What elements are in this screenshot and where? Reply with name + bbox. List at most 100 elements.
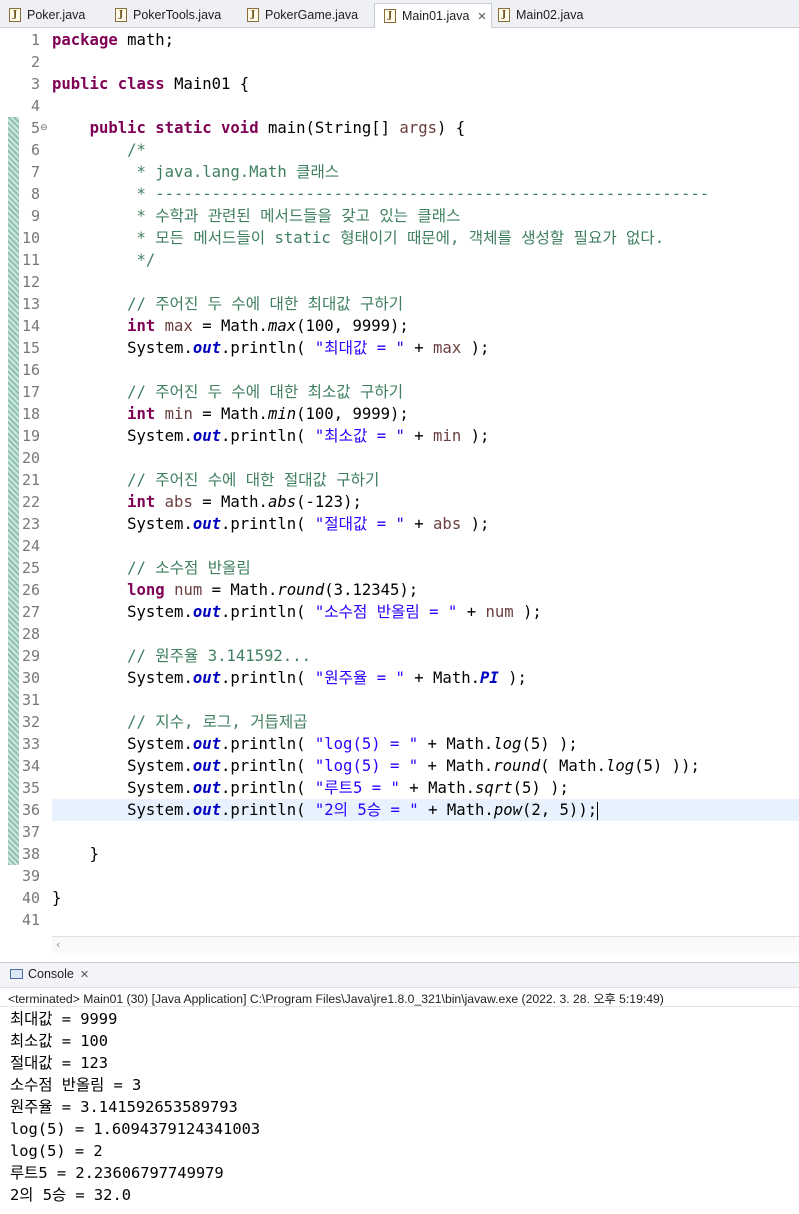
code-line: int abs = Math.abs(-123);: [127, 493, 362, 511]
code-line: * --------------------------------------…: [127, 185, 710, 203]
code-line: /*: [127, 141, 146, 159]
line-number: 33: [21, 735, 40, 753]
code-line: */: [127, 251, 156, 269]
line-number: 24: [21, 537, 40, 555]
line-number: 4: [30, 97, 40, 115]
line-number: 21: [21, 471, 40, 489]
console-output-line: 2의 5승 = 32.0: [10, 1186, 131, 1204]
line-number: 5: [30, 119, 40, 137]
line-number: 8: [30, 185, 40, 203]
fold-toggle-icon[interactable]: ⊖: [40, 117, 48, 139]
code-line: System.out.println( "소수점 반올림 = " + num )…: [127, 603, 542, 621]
line-number: 2: [30, 53, 40, 71]
code-line: System.out.println( "최대값 = " + max );: [127, 339, 490, 357]
line-number: 27: [21, 603, 40, 621]
tab-console[interactable]: Console ✕: [10, 967, 89, 981]
console-process-info: <terminated> Main01 (30) [Java Applicati…: [8, 992, 664, 1006]
line-number: 1: [30, 31, 40, 49]
tab-poker-java[interactable]: J Poker.java: [0, 3, 85, 27]
code-line: }: [52, 889, 62, 907]
line-number: 28: [21, 625, 40, 643]
line-number: 36: [21, 801, 40, 819]
close-icon[interactable]: ✕: [477, 10, 486, 23]
console-output-line: 최대값 = 9999: [10, 1010, 118, 1028]
java-file-icon: J: [115, 8, 127, 22]
line-number: 11: [21, 251, 40, 269]
console-icon: [10, 969, 23, 979]
code-line: // 지수, 로그, 거듭제곱: [127, 713, 308, 731]
code-line: // 주어진 수에 대한 절대값 구하기: [127, 471, 380, 489]
line-number: 15: [21, 339, 40, 357]
line-number: 29: [21, 647, 40, 665]
code-line: }: [89, 845, 99, 863]
console-output-line: log(5) = 1.6094379124341003: [10, 1120, 261, 1138]
line-number: 23: [21, 515, 40, 533]
line-number: 34: [21, 757, 40, 775]
line-number: 13: [21, 295, 40, 313]
console-output-line: 원주율 = 3.141592653589793: [10, 1098, 238, 1116]
code-line: System.out.println( "절대값 = " + abs );: [127, 515, 490, 533]
code-line: // 주어진 두 수에 대한 최대값 구하기: [127, 295, 404, 313]
line-number: 3: [30, 75, 40, 93]
code-line: System.out.println( "log(5) = " + Math.l…: [127, 735, 578, 753]
code-line: long num = Math.round(3.12345);: [127, 581, 419, 599]
console-output[interactable]: 최대값 = 9999 최소값 = 100 절대값 = 123 소수점 반올림 =…: [0, 1006, 799, 1214]
line-number: 17: [21, 383, 40, 401]
console-tab-label: Console: [28, 967, 74, 981]
java-file-icon: J: [247, 8, 259, 22]
code-line: * 모든 메서드들이 static 형태이기 때문에, 객체를 생성할 필요가 …: [127, 229, 665, 247]
horizontal-scrollbar[interactable]: ‹: [52, 936, 799, 953]
tab-label: Main02.java: [516, 8, 584, 22]
tab-label: Main01.java: [402, 9, 470, 23]
line-number: 9: [30, 207, 40, 225]
tab-label: PokerTools.java: [133, 8, 222, 22]
code-line: System.out.println( "루트5 = " + Math.sqrt…: [127, 779, 569, 797]
console-output-line: 루트5 = 2.23606797749979: [10, 1164, 224, 1182]
console-output-line: 소수점 반올림 = 3: [10, 1076, 142, 1094]
code-line: // 원주율 3.141592...: [127, 647, 311, 665]
tab-label: Poker.java: [27, 8, 86, 22]
line-number: 40: [21, 889, 40, 907]
console-output-line: 절대값 = 123: [10, 1054, 109, 1072]
line-number: 19: [21, 427, 40, 445]
line-number: 10: [21, 229, 40, 247]
line-number: 20: [21, 449, 40, 467]
line-number: 14: [21, 317, 40, 335]
tab-main02-java[interactable]: J Main02.java: [489, 3, 583, 27]
tab-pokertools-java[interactable]: J PokerTools.java: [106, 3, 221, 27]
line-number: 25: [21, 559, 40, 577]
line-number: 7: [30, 163, 40, 181]
code-line: package math;: [52, 31, 175, 49]
close-icon[interactable]: ✕: [80, 968, 89, 981]
code-line: System.out.println( "2의 5승 = " + Math.po…: [127, 801, 599, 820]
line-number: 31: [21, 691, 40, 709]
line-number: 22: [21, 493, 40, 511]
console-output-line: 최소값 = 100: [10, 1032, 109, 1050]
line-number: 18: [21, 405, 40, 423]
console-view-header: Console ✕: [0, 962, 799, 988]
line-number: 35: [21, 779, 40, 797]
java-file-icon: J: [9, 8, 21, 22]
console-output-line: log(5) = 2: [10, 1142, 103, 1160]
code-line: public static void main(String[] args) {: [89, 119, 466, 137]
code-line: int max = Math.max(100, 9999);: [127, 317, 409, 335]
line-number: 16: [21, 361, 40, 379]
code-line: // 소수점 반올림: [127, 559, 251, 577]
code-line: System.out.println( "최소값 = " + min );: [127, 427, 490, 445]
code-line: * java.lang.Math 클래스: [127, 163, 340, 181]
code-editor[interactable]: 1 2 3 4 5 ⊖ 6 7 8 9 10 11 12 13 14 15 16…: [0, 28, 799, 953]
line-number: 37: [21, 823, 40, 841]
code-line: int min = Math.min(100, 9999);: [127, 405, 409, 423]
editor-tab-bar: J Poker.java J PokerTools.java J PokerGa…: [0, 0, 799, 28]
code-line: System.out.println( "log(5) = " + Math.r…: [127, 757, 700, 775]
line-number: 41: [21, 911, 40, 929]
code-line: System.out.println( "원주율 = " + Math.PI )…: [127, 669, 527, 687]
line-number: 6: [30, 141, 40, 159]
line-number: 12: [21, 273, 40, 291]
java-file-icon: J: [498, 8, 510, 22]
scroll-left-icon[interactable]: ‹: [56, 938, 60, 951]
tab-main01-java[interactable]: J Main01.java ✕: [374, 3, 492, 28]
text-cursor: [597, 801, 599, 820]
code-line: * 수학과 관련된 메서드들을 갖고 있는 클래스: [127, 207, 461, 225]
tab-pokergame-java[interactable]: J PokerGame.java: [238, 3, 358, 27]
